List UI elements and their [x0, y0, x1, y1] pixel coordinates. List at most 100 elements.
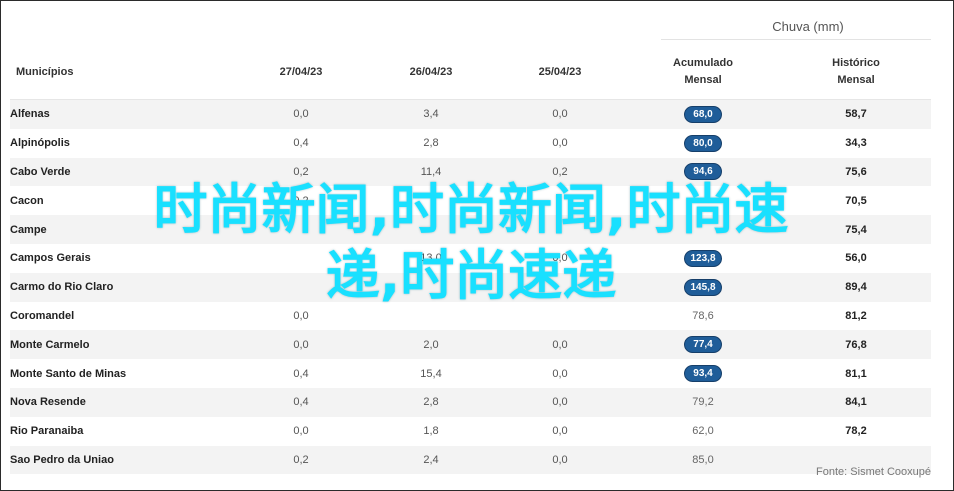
cell-acumulado: 79,2 — [625, 387, 781, 417]
cell-municipio: Campe — [10, 215, 235, 244]
cell-27-04: 0,0 — [235, 99, 367, 129]
cell-historico: 75,6 — [781, 157, 931, 187]
table-row: Monte Santo de Minas 0,4 15,4 0,0 93,4 81,1 — [10, 359, 931, 388]
table-row: Cacon 0,2 70,5 — [10, 186, 931, 215]
cell-municipio: Coromandel — [10, 309, 75, 322]
cell-25-04: 0,0 — [495, 99, 625, 129]
table-row: Nova Resende 0,4 2,8 0,0 79,2 84,1 — [10, 387, 931, 417]
cell-25-04: 0,0 — [552, 367, 568, 380]
cell-historico: 81,1 — [845, 367, 867, 380]
cell-municipio: Nova Resende — [10, 387, 235, 417]
acumulado-badge: 77,4 — [684, 336, 722, 354]
cell-27-04: 0,2 — [235, 445, 367, 475]
cell-acumulado: 78,6 — [625, 302, 781, 331]
rainfall-table: Municípios 27/04/23 26/04/23 25/04/23 Ac… — [10, 45, 931, 475]
cell-historico: 70,5 — [845, 194, 867, 207]
table-row: Alpinópolis 0,4 2,8 0,0 80,0 34,3 — [10, 129, 931, 158]
table-row: Monte Carmelo 0,0 2,0 0,0 77,4 76,8 — [10, 330, 931, 360]
cell-historico: 89,4 — [781, 272, 931, 302]
column-header: Histórico Mensal — [781, 45, 931, 100]
cell-acumulado: 94,6 — [625, 157, 781, 187]
table-row: Cabo Verde 0,2 11,4 0,2 94,6 75,6 — [10, 157, 931, 187]
cell-acumulado: 85,0 — [625, 445, 781, 475]
cell-municipio: Monte Carmelo — [10, 330, 235, 360]
table-row: Carmo do Rio Claro 145,8 89,4 — [10, 272, 931, 302]
acumulado-badge: 145,8 — [684, 278, 722, 296]
cell-27-04 — [235, 215, 367, 244]
cell-acumulado — [625, 186, 781, 215]
cell-acumulado: 123,8 — [625, 244, 781, 273]
cell-municipio: Campos Gerais — [10, 252, 91, 265]
table-row: Coromandel 0,0 78,6 81,2 — [10, 302, 931, 331]
cell-25-04: 0,2 — [495, 157, 625, 187]
cell-historico: 34,3 — [845, 137, 867, 150]
cell-26-04: 1,8 — [423, 425, 439, 438]
cell-26-04: 2,8 — [367, 387, 495, 417]
column-header: 26/04/23 — [367, 45, 495, 100]
column-header: Municípios — [10, 45, 235, 100]
acumulado-badge: 68,0 — [684, 105, 722, 123]
cell-historico: 84,1 — [781, 387, 931, 417]
cell-25-04: 0,0 — [552, 137, 568, 150]
cell-municipio: Alfenas — [10, 99, 235, 129]
table-row: Campe 75,4 — [10, 215, 931, 244]
cell-25-04: 0,0 — [495, 330, 625, 360]
cell-27-04: 0,2 — [235, 157, 367, 187]
cell-25-04: 0,0 — [495, 445, 625, 475]
cell-municipio: Cabo Verde — [10, 157, 235, 187]
cell-25-04 — [495, 302, 625, 331]
table-body: Alfenas 0,0 3,4 0,0 68,0 58,7 Alpinópolis 0,4 2,… — [10, 99, 931, 475]
cell-26-04: 15,4 — [420, 367, 442, 380]
cell-historico: 58,7 — [781, 99, 931, 129]
cell-25-04 — [495, 186, 625, 215]
table-row: Campos Gerais 13,0 0,0 123,8 56,0 — [10, 244, 931, 273]
table-row: Alfenas 0,0 3,4 0,0 68,0 58,7 — [10, 99, 931, 129]
acumulado-badge: 123,8 — [684, 249, 722, 267]
cell-historico: 78,2 — [845, 425, 867, 438]
cell-25-04 — [495, 215, 625, 244]
cell-municipio: Alpinópolis — [10, 137, 70, 150]
acumulado-value: 78,6 — [692, 309, 714, 322]
cell-acumulado: 62,0 — [625, 417, 781, 446]
cell-27-04: 0,0 — [293, 309, 309, 322]
cell-26-04 — [367, 302, 495, 331]
chart-frame: Chuva (mm) Municípios 27/04/23 26/04/23 … — [0, 0, 954, 491]
cell-acumulado: 80,0 — [625, 129, 781, 158]
cell-26-04: 11,4 — [367, 157, 495, 187]
cell-27-04: 0,4 — [293, 137, 309, 150]
cell-26-04 — [367, 272, 495, 302]
acumulado-badge: 93,4 — [684, 365, 722, 383]
acumulado-badge: 94,6 — [684, 163, 722, 181]
cell-26-04: 2,0 — [367, 330, 495, 360]
cell-25-04 — [495, 272, 625, 302]
cell-27-04: 0,0 — [235, 330, 367, 360]
cell-27-04: 0,4 — [293, 367, 309, 380]
cell-acumulado — [625, 215, 781, 244]
column-header: 27/04/23 — [235, 45, 367, 100]
cell-municipio: Carmo do Rio Claro — [10, 272, 235, 302]
cell-27-04 — [235, 272, 367, 302]
source-note: Fonte: Sismet Cooxupé — [816, 466, 931, 478]
cell-27-04: 0,2 — [293, 194, 309, 207]
acumulado-value: 79,2 — [692, 396, 714, 409]
cell-acumulado: 77,4 — [625, 330, 781, 360]
cell-26-04 — [367, 186, 495, 215]
acumulado-badge: 80,0 — [684, 134, 722, 152]
cell-municipio: Rio Paranaiba — [10, 425, 84, 438]
cell-25-04: 0,0 — [552, 425, 568, 438]
acumulado-value: 62,0 — [692, 425, 714, 438]
cell-acumulado: 145,8 — [625, 272, 781, 302]
cell-acumulado: 68,0 — [625, 99, 781, 129]
cell-27-04 — [235, 244, 367, 273]
table-row: Sao Pedro da Uniao 0,2 2,4 0,0 85,0 — [10, 445, 931, 475]
cell-27-04: 0,4 — [235, 387, 367, 417]
acumulado-value: 85,0 — [692, 453, 714, 466]
cell-25-04: 0,0 — [552, 252, 568, 265]
cell-municipio: Monte Santo de Minas — [10, 367, 127, 380]
cell-historico: 56,0 — [845, 252, 867, 265]
cell-historico: 81,2 — [845, 309, 867, 322]
cell-27-04: 0,0 — [293, 425, 309, 438]
cell-acumulado: 93,4 — [625, 359, 781, 388]
cell-historico: 76,8 — [781, 330, 931, 360]
cell-municipio: Cacon — [10, 194, 44, 207]
